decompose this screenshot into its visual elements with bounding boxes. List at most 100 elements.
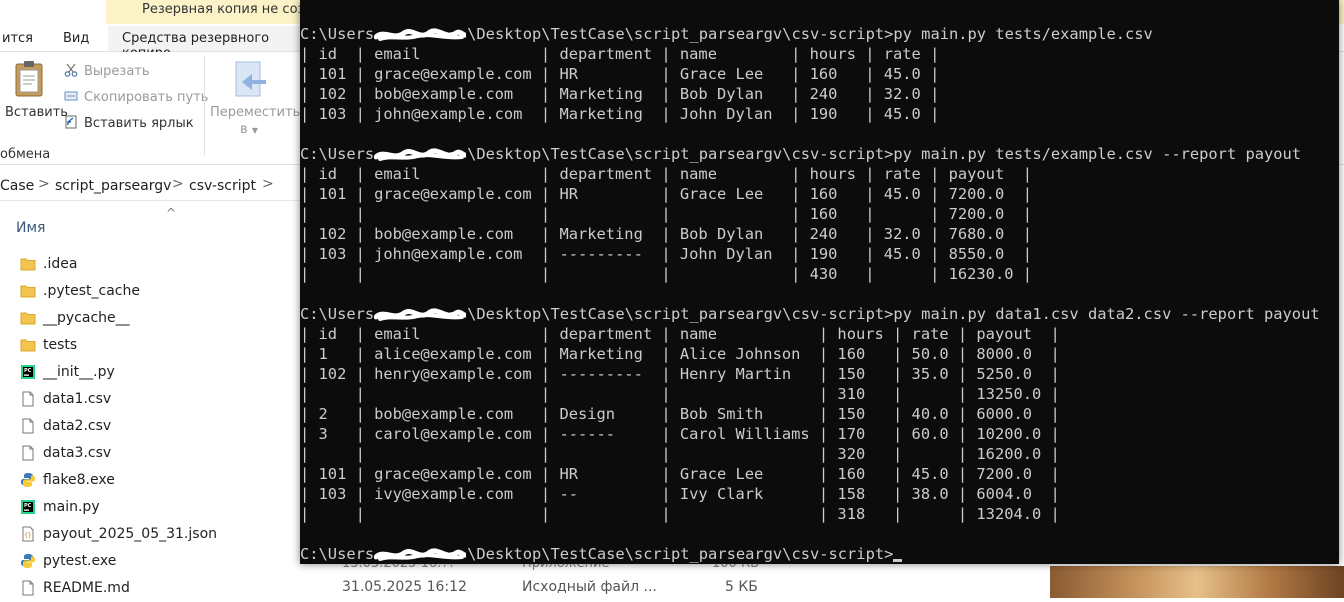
python-exe-icon (20, 472, 36, 488)
column-name-label: Имя (16, 220, 46, 236)
redacted-username-scribble (373, 547, 468, 563)
copy-path-button[interactable]: Скопировать путь (64, 89, 208, 105)
file-list-item[interactable]: data3.csv (0, 440, 300, 467)
address-bar[interactable]: Case > script_parseargv > csv-script > (0, 172, 300, 201)
table-output-line: | | | | | 430 | | 16230.0 | (300, 265, 1033, 283)
breadcrumb-item[interactable]: script_parseargv (55, 178, 171, 194)
table-output-line (300, 124, 1339, 144)
redacted-username-scribble (373, 307, 468, 323)
prompt-line: C:\Users \Desktop\TestCase\script_parsear… (300, 544, 1339, 564)
breadcrumb-item[interactable]: Case (0, 178, 34, 194)
file-name: flake8.exe (43, 472, 115, 488)
file-list-item[interactable]: .pytest_cache (0, 278, 300, 305)
paste-shortcut-button[interactable]: Вставить ярлык (64, 115, 194, 131)
file-list-item[interactable]: tests (0, 332, 300, 359)
paste-shortcut-icon (65, 115, 77, 129)
file-list-item[interactable]: data2.csv (0, 413, 300, 440)
table-output-line: | | | | | 320 | | 16200.0 | (300, 445, 1060, 463)
command-prompt-window[interactable]: C:\Users \Desktop\TestCase\script_parsear… (300, 0, 1339, 564)
svg-text:{}: {} (24, 532, 31, 539)
table-output-line (300, 284, 1339, 304)
file-list-item[interactable]: PC __init__.py (0, 359, 300, 386)
folder-icon (20, 310, 36, 326)
table-output-line: | 3 | carol@example.com | ------ | Carol… (300, 425, 1060, 443)
table-output-line: | | | | | 318 | | 13204.0 | (300, 505, 1060, 523)
tab-view[interactable]: Вид (63, 31, 89, 46)
column-header-name[interactable]: ^ Имя (0, 206, 300, 246)
svg-text:PC: PC (24, 503, 32, 509)
paste-clipboard-icon[interactable] (14, 60, 44, 98)
table-output-line: | 103 | ivy@example.com | -- | Ivy Clark… (300, 485, 1060, 503)
file-name: tests (43, 337, 78, 353)
move-to-button[interactable]: Переместить К (210, 105, 314, 120)
table-output-line: | id | email | department | name | hours… (300, 325, 1060, 343)
folder-icon (20, 337, 36, 353)
document-icon (20, 445, 36, 461)
breadcrumb-separator-icon: > (262, 176, 274, 192)
sort-ascending-icon: ^ (166, 206, 177, 220)
tab-backup-tools[interactable]: Средства резервного копиро (108, 26, 300, 61)
prompt-path-prefix: C:\Users (300, 305, 375, 323)
file-list-item[interactable]: pytest.exe (0, 548, 300, 575)
breadcrumb-separator-icon: > (172, 176, 184, 192)
file-name: __init__.py (43, 364, 115, 380)
table-output-line: | id | email | department | name | hours… (300, 165, 1033, 183)
table-output-line: | 101 | grace@example.com | HR | Grace L… (300, 185, 1033, 203)
document-icon (20, 580, 36, 596)
pycharm-file-icon: PC (20, 364, 36, 380)
file-name: pytest.exe (43, 553, 117, 569)
file-list-item[interactable]: flake8.exe (0, 467, 300, 494)
table-output-line: | id | email | department | name | hours… (300, 45, 940, 63)
file-name: main.py (43, 499, 100, 515)
table-output-line: | 101 | grace@example.com | HR | Grace L… (300, 465, 1060, 483)
move-to-dropdown[interactable]: в ▼ (240, 122, 258, 137)
file-list-item[interactable]: data1.csv (0, 386, 300, 413)
move-to-label: Переместить (210, 105, 301, 120)
table-output-line: | 103 | john@example.com | Marketing | J… (300, 105, 940, 123)
table-output-line: | 101 | grace@example.com | HR | Grace L… (300, 65, 940, 83)
file-list-item[interactable]: __pycache__ (0, 305, 300, 332)
prompt-line: C:\Users \Desktop\TestCase\script_parsear… (300, 304, 1339, 324)
prompt-path-prefix: C:\Users (300, 545, 375, 563)
prompt-line: C:\Users \Desktop\TestCase\script_parsear… (300, 144, 1339, 164)
file-list-item[interactable]: PC main.py (0, 494, 300, 521)
prompt-command: \Desktop\TestCase\script_parseargv\csv-s… (467, 145, 1302, 163)
move-to-label-line2: в (240, 122, 248, 137)
prompt-command: \Desktop\TestCase\script_parseargv\csv-s… (467, 305, 1320, 323)
table-output-line: | 102 | bob@example.com | Marketing | Bo… (300, 85, 940, 103)
desktop-background-photo (1050, 566, 1344, 598)
file-date: 31.05.2025 16:12 (342, 579, 467, 595)
file-name: .pytest_cache (43, 283, 140, 299)
table-output-line: | 1 | alice@example.com | Marketing | Al… (300, 345, 1060, 363)
breadcrumb-item[interactable]: csv-script (189, 178, 256, 194)
prompt-line: C:\Users \Desktop\TestCase\script_parsear… (300, 24, 1339, 44)
table-output-line (300, 524, 1339, 544)
table-output-line: | | | | | 310 | | 13250.0 | (300, 385, 1060, 403)
python-exe-icon (20, 553, 36, 569)
backup-notification-text: Резервная копия не созда (142, 2, 322, 17)
file-name: README.md (43, 580, 130, 596)
svg-text:PC: PC (24, 368, 32, 374)
scissors-icon (64, 63, 78, 77)
folder-icon (20, 256, 36, 272)
copy-path-label: Скопировать путь (84, 90, 209, 105)
breadcrumb-separator-icon: > (38, 176, 50, 192)
prompt-path-prefix: C:\Users (300, 145, 375, 163)
file-name: payout_2025_05_31.json (43, 526, 218, 542)
paste-button[interactable]: Вставить (5, 105, 68, 120)
file-list-item[interactable]: .idea (0, 251, 300, 278)
copy-path-icon (64, 91, 78, 101)
pycharm-file-icon: PC (20, 499, 36, 515)
document-icon (20, 391, 36, 407)
move-to-icon[interactable] (232, 60, 268, 100)
json-file-icon: {} (20, 526, 36, 542)
prompt-path-prefix: C:\Users (300, 25, 375, 43)
file-name: data2.csv (43, 418, 112, 434)
file-name: __pycache__ (43, 310, 130, 326)
paste-shortcut-label: Вставить ярлык (84, 116, 194, 131)
tab-share[interactable]: ится (2, 31, 33, 46)
table-output-line: | 103 | john@example.com | --------- | J… (300, 245, 1033, 263)
cut-button[interactable]: Вырезать (64, 63, 150, 79)
file-list-item[interactable]: {} payout_2025_05_31.json (0, 521, 300, 548)
redacted-username-scribble (373, 27, 468, 43)
